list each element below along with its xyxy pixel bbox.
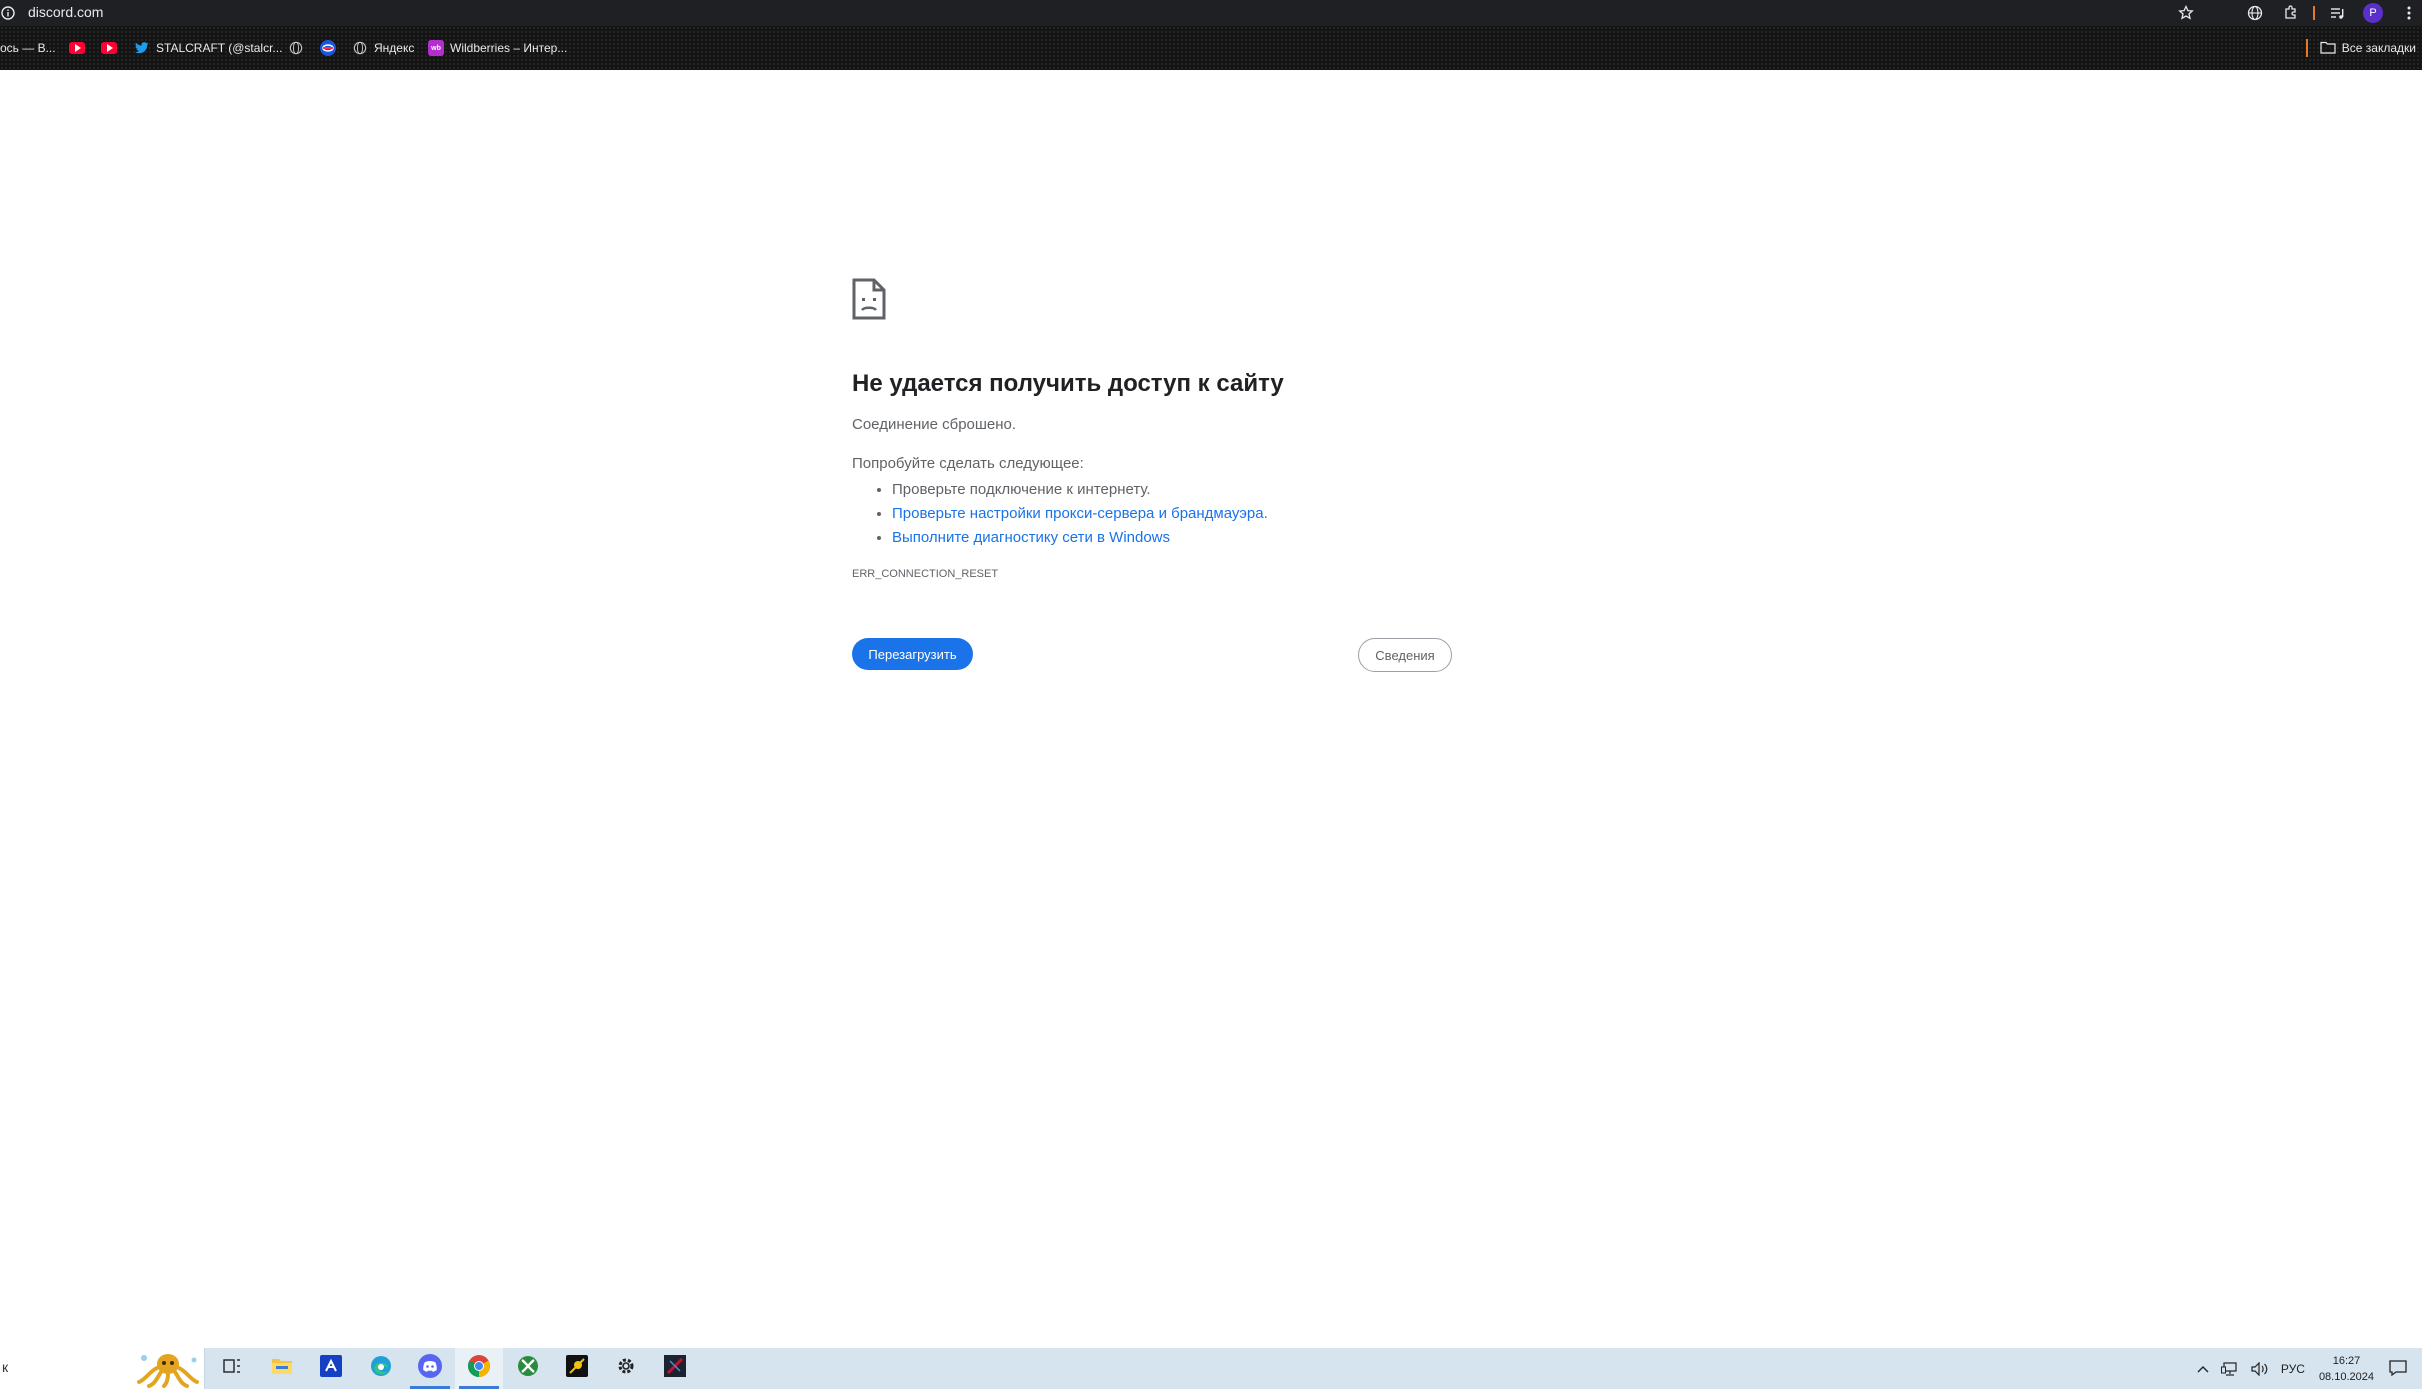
app-button[interactable] [553,1348,601,1389]
system-tray: РУС 16:27 08.10.2024 [2191,1348,2422,1389]
bookmarks-bar: ось — В... STALCRAFT (@stalcr... Яндекс … [0,26,2422,70]
clock[interactable]: 16:27 08.10.2024 [2319,1353,2374,1385]
details-button[interactable]: Сведения [1358,638,1452,672]
toolbar-actions: P [2168,0,2422,26]
site-info-icon[interactable] [1,6,15,20]
suggestions-heading: Попробуйте сделать следующее: [852,455,1084,472]
url-field[interactable]: discord.com [28,4,103,20]
volume-icon[interactable] [2251,1361,2269,1376]
settings-button[interactable] [602,1348,650,1389]
more-menu-icon[interactable] [2398,2,2420,24]
media-controls-icon[interactable] [2326,2,2348,24]
discord-button[interactable] [406,1348,454,1389]
file-explorer-button[interactable] [258,1348,306,1389]
bookmark-app[interactable] [320,39,342,57]
clock-time: 16:27 [2332,1354,2361,1367]
bookmark-star-icon[interactable] [2175,2,2197,24]
show-hidden-icons-chevron-icon[interactable] [2197,1365,2209,1373]
suggestions-list: Проверьте подключение к интернету. Прове… [892,478,1268,550]
language-indicator[interactable]: РУС [2281,1362,2305,1376]
bookmark-label: Wildberries – Интер... [450,41,568,55]
app-store-icon [320,1355,342,1382]
error-code: ERR_CONNECTION_RESET [852,568,999,580]
suggestion-check-proxy-link[interactable]: Проверьте настройки прокси-сервера и бра… [892,502,1268,526]
task-view-button[interactable] [208,1348,256,1389]
bookmark-item[interactable]: ось — В... [0,39,56,57]
bookmark-youtube-1[interactable] [69,39,91,57]
reload-button[interactable]: Перезагрузить [852,638,973,670]
error-subtitle: Соединение сброшено. [852,416,1017,433]
chrome-icon [467,1354,491,1383]
task-view-icon [223,1358,241,1379]
all-bookmarks-label: Все закладки [2341,41,2416,55]
bookmark-stalcraft[interactable]: STALCRAFT (@stalcr... [134,39,282,57]
app-icon [320,40,336,56]
extensions-icon[interactable] [2280,2,2302,24]
bookmark-yandex[interactable]: Яндекс [352,39,414,57]
bookmark-wildberries[interactable]: wb Wildberries – Интер... [428,39,567,57]
game-icon [664,1355,686,1382]
taskbar: к РУС 16:27 08.10.2024 [0,1348,2422,1389]
xbox-button[interactable] [504,1348,552,1389]
twitter-icon [134,40,150,56]
bookmark-label: Яндекс [374,41,415,55]
avatar: P [2363,3,2383,23]
bookmark-youtube-2[interactable] [101,39,123,57]
youtube-icon [101,42,117,54]
profile-avatar[interactable]: P [2362,2,2384,24]
file-explorer-icon [271,1357,293,1380]
folder-icon [2320,41,2336,55]
toolbar-divider [2313,6,2315,20]
settings-icon [616,1356,636,1381]
store-app-button[interactable] [307,1348,355,1389]
youtube-icon [69,42,85,54]
sad-page-icon [852,278,886,320]
app-icon [566,1355,588,1382]
bookmark-label: STALCRAFT (@stalcr... [156,41,283,55]
notifications-icon[interactable] [2388,1359,2410,1379]
bookmarks-divider [2305,39,2308,57]
edge-icon [370,1355,392,1382]
chrome-button[interactable] [455,1348,503,1389]
globe-icon [288,40,304,56]
bookmark-globe[interactable] [288,39,310,57]
error-title: Не удается получить доступ к сайту [852,370,1284,397]
search-text: к [2,1359,9,1375]
network-icon[interactable] [2220,1361,2239,1376]
game-button[interactable] [651,1348,699,1389]
discord-icon [418,1354,442,1383]
bookmark-label: ось — В... [0,41,56,55]
search-highlight-octopus-icon [134,1350,204,1388]
suggestion-run-diagnostics-link[interactable]: Выполните диагностику сети в Windows [892,526,1268,550]
address-bar: discord.com P [0,0,2422,26]
xbox-icon [517,1355,539,1382]
translate-globe-icon[interactable] [2244,2,2266,24]
suggestion-check-connection: Проверьте подключение к интернету. [892,478,1268,502]
wildberries-icon: wb [428,40,444,56]
all-bookmarks-button[interactable]: Все закладки [2305,39,2416,57]
clock-date: 08.10.2024 [2318,1370,2374,1383]
taskbar-search-box[interactable]: к [0,1348,205,1389]
edge-button[interactable] [357,1348,405,1389]
globe-icon [352,40,368,56]
